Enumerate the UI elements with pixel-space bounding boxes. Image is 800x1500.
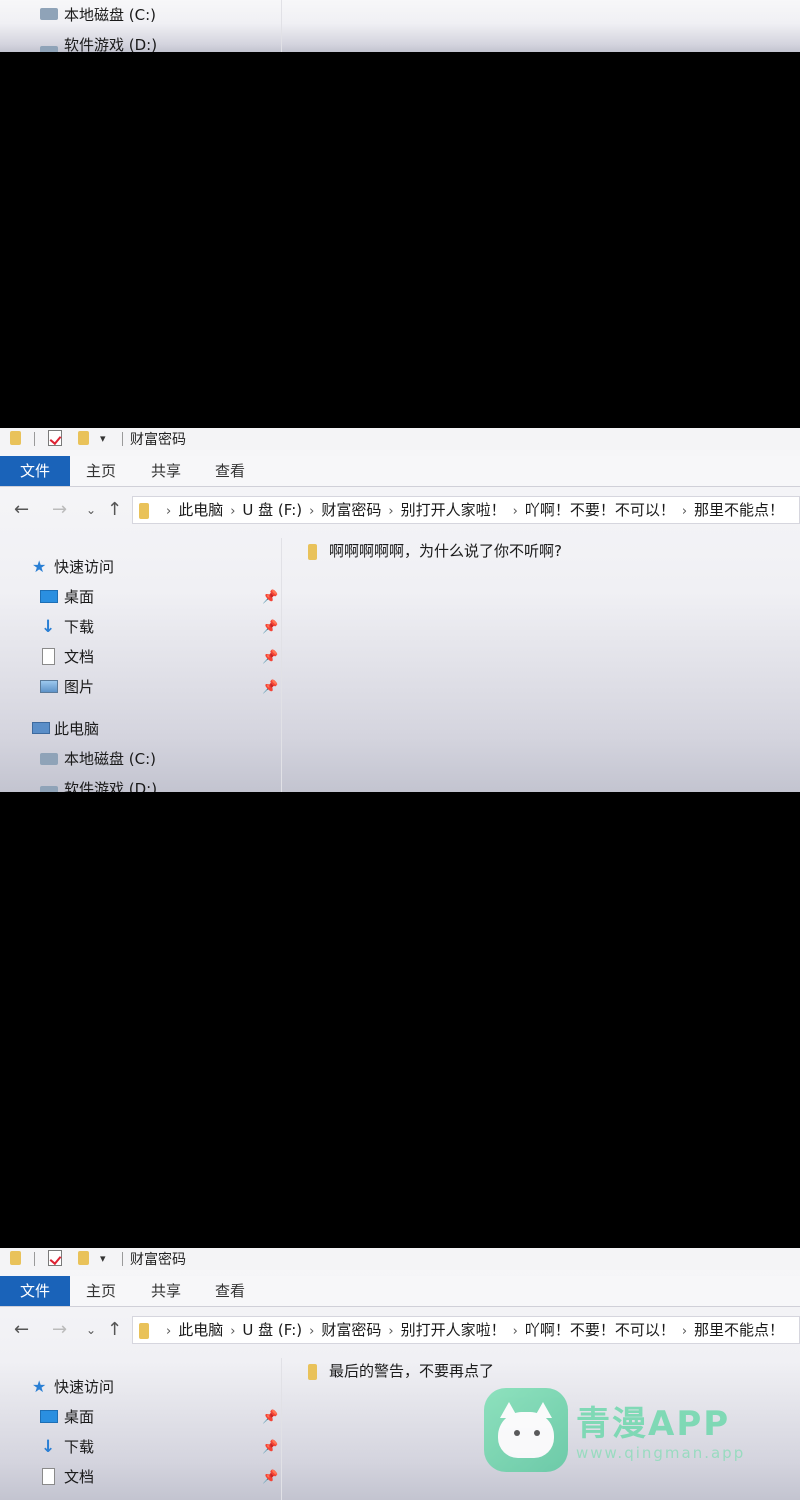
chevron-right-icon[interactable]: › [513,504,518,519]
chevron-right-icon[interactable]: › [388,1324,393,1339]
chevron-right-icon[interactable]: › [682,1324,687,1339]
chevron-right-icon[interactable]: › [309,1324,314,1339]
pin-icon[interactable]: 📌 [262,650,278,665]
document-icon [42,1468,55,1485]
chevron-right-icon[interactable]: › [309,504,314,519]
folder-icon [308,543,317,560]
folder-icon [308,1363,317,1380]
black-gap-1 [0,52,800,428]
breadcrumb-folder-4[interactable]: 那里不能点！ [694,1321,784,1339]
download-icon: ↓ [41,617,56,637]
folder-list-item[interactable]: 最后的警告，不要再点了 [308,1360,494,1382]
black-gap-2 [0,792,800,1248]
watermark-url: www.qingman.app [576,1444,746,1462]
breadcrumb-folder-1[interactable]: 财富密码 [321,1321,381,1339]
star-icon: ★ [32,1377,47,1396]
drive-icon [40,8,58,20]
desktop-icon [40,590,58,603]
breadcrumb-folder-4[interactable]: 那里不能点！ [694,501,784,519]
desktop-icon [40,1410,58,1423]
breadcrumb-folder-2[interactable]: 别打开人家啦！ [401,1321,506,1339]
navigation-pane: ★ 快速访问 桌面 📌 ↓ 下载 📌 文档 📌 [0,1248,282,1500]
breadcrumb-folder-3[interactable]: 吖啊！不要！不可以！ [525,501,675,519]
explorer-frame-2: ▾ 财富密码 文件 主页 共享 查看 ← → ⌄ ↑ › 此电脑 › U 盘 (F:)… [0,428,800,792]
star-icon: ★ [32,557,47,576]
watermark-name: 青漫APP [576,1404,731,1444]
computer-icon [32,722,50,734]
pin-icon[interactable]: 📌 [262,590,278,605]
breadcrumb-folder-1[interactable]: 财富密码 [321,501,381,519]
pin-icon[interactable]: 📌 [262,620,278,635]
pin-icon[interactable]: 📌 [262,680,278,695]
explorer-frame-3: ▾ 财富密码 文件 主页 共享 查看 ← → ⌄ ↑ › 此电脑 › U 盘 (F:)… [0,1248,800,1500]
document-icon [42,648,55,665]
pin-icon[interactable]: 📌 [262,1410,278,1425]
explorer-frame-1: 本地磁盘 (C:) 软件游戏 (D:) [0,0,800,52]
picture-icon [40,680,58,693]
breadcrumb-folder-3[interactable]: 吖啊！不要！不可以！ [525,1321,675,1339]
drive-icon [40,753,58,765]
pin-icon[interactable]: 📌 [262,1440,278,1455]
chevron-right-icon[interactable]: › [513,1324,518,1339]
pin-icon[interactable]: 📌 [262,1470,278,1485]
chevron-right-icon[interactable]: › [682,504,687,519]
navigation-pane: ★ 快速访问 桌面 📌 ↓ 下载 📌 文档 📌 图片 📌 此电脑 本地磁盘 (C… [0,428,282,792]
cat-logo-icon [484,1388,568,1472]
folder-list-item[interactable]: 啊啊啊啊啊，为什么说了你不听啊? [308,540,562,562]
chevron-right-icon[interactable]: › [388,504,393,519]
download-icon: ↓ [41,1437,56,1457]
breadcrumb-folder-2[interactable]: 别打开人家啦！ [401,501,506,519]
